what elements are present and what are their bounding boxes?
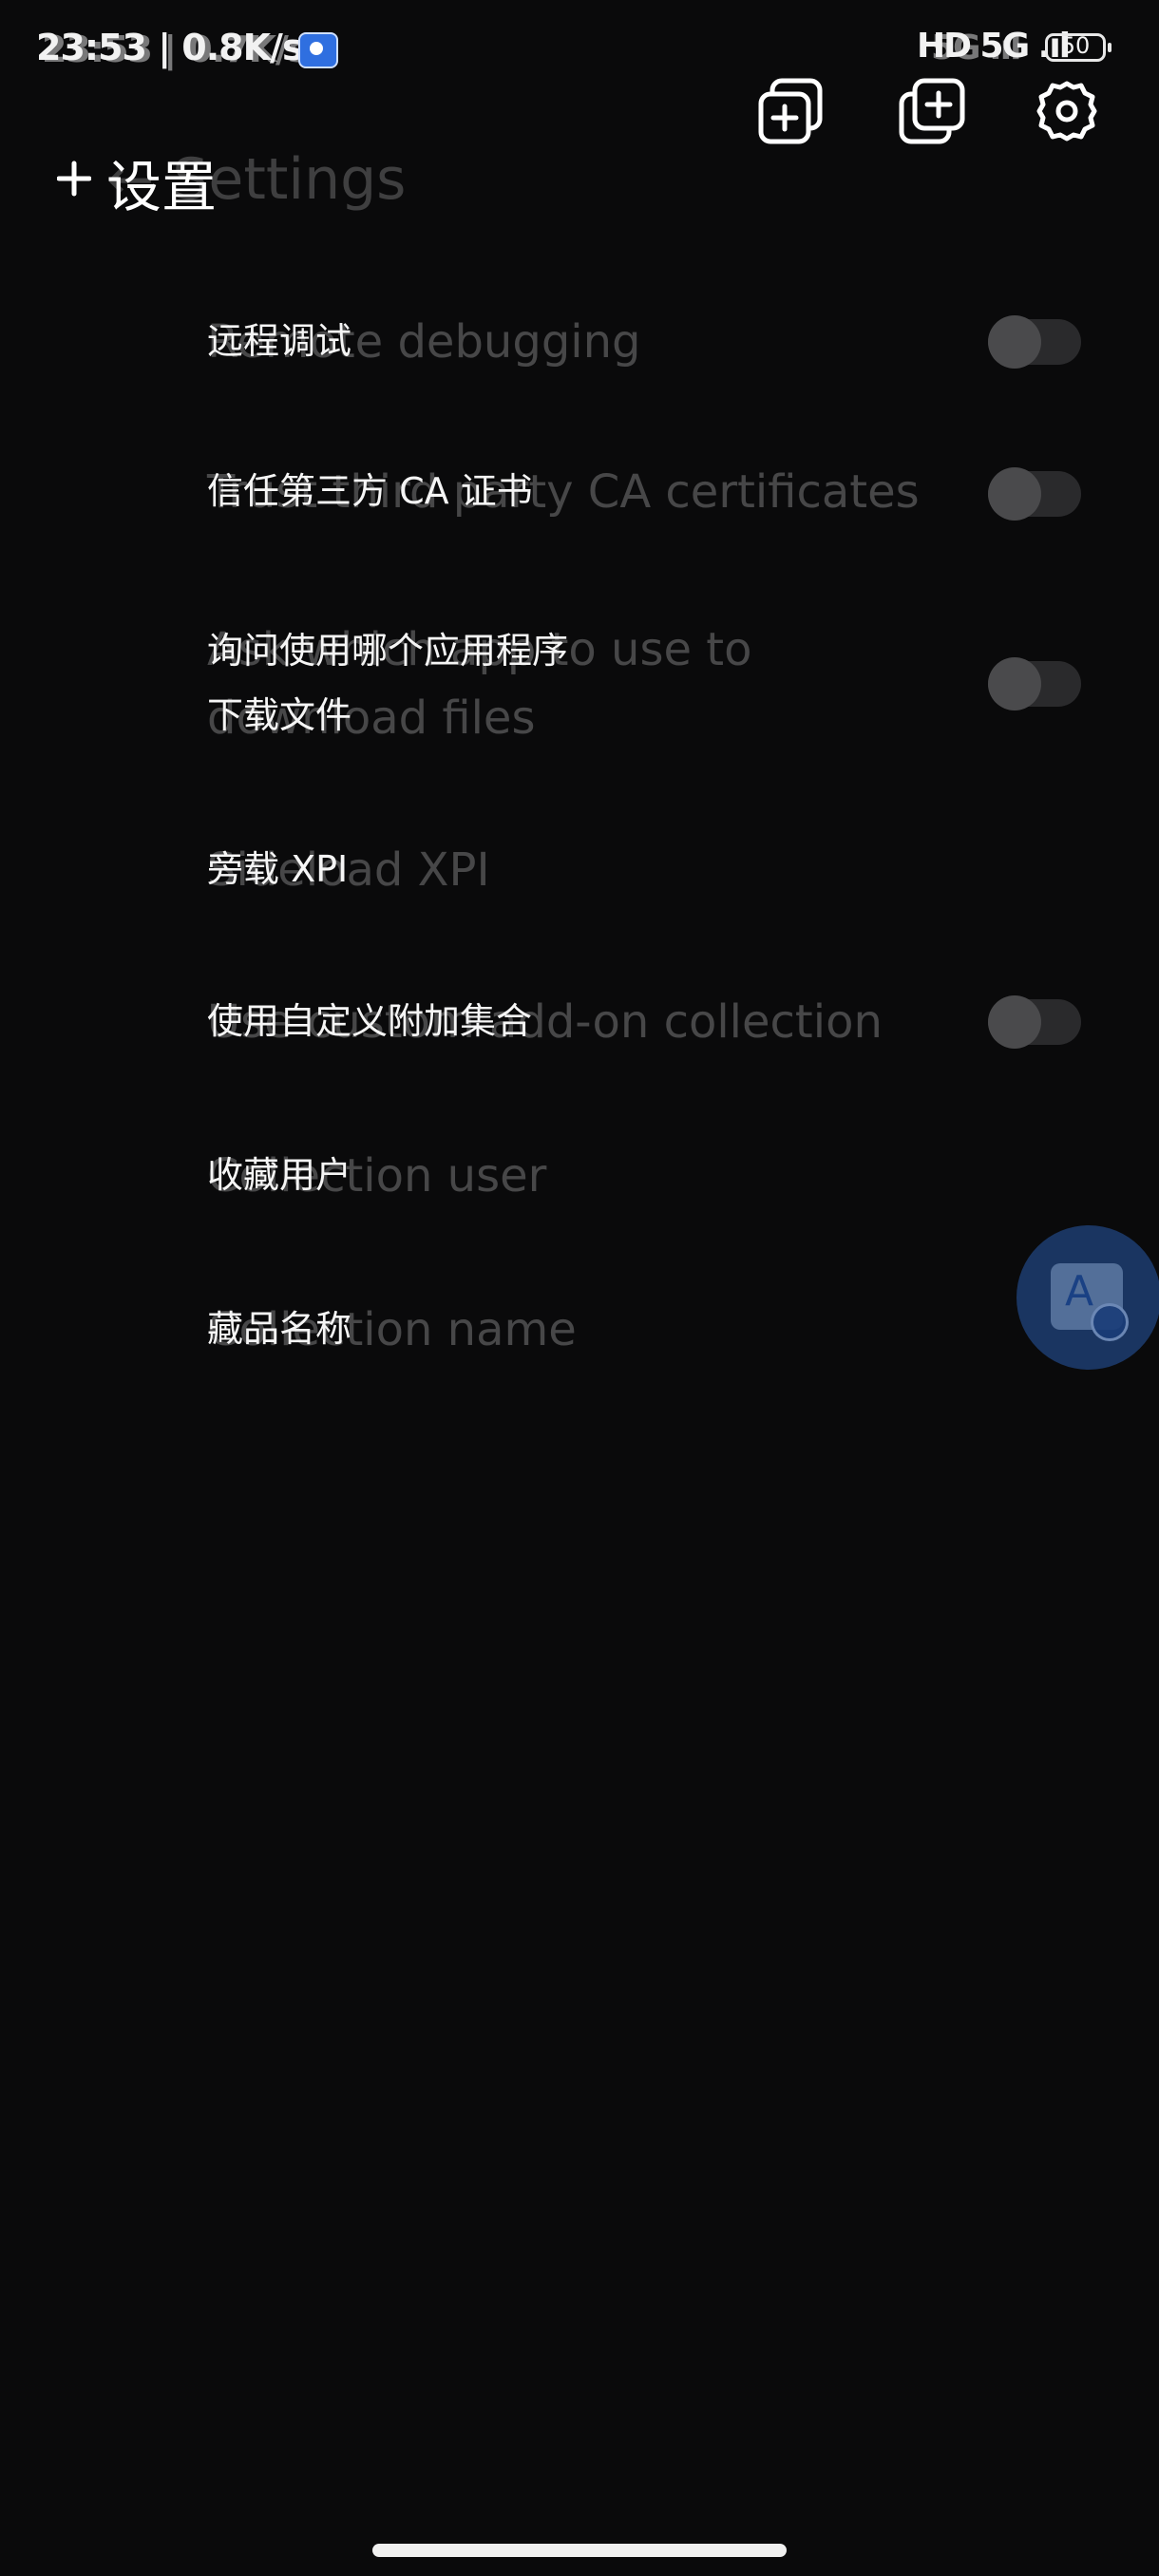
setting-collection-user[interactable]: Collection user 收藏用户 [0, 1142, 1159, 1218]
setting-label: 旁载 XPI [207, 848, 349, 890]
toggle-knob [988, 315, 1041, 369]
status-time: 23:53 | 0.8K/s [36, 27, 304, 68]
remote-debugging-toggle[interactable] [988, 315, 1081, 369]
trust-ca-toggle[interactable] [988, 467, 1081, 521]
translate-icon[interactable]: A [1016, 1225, 1159, 1370]
setting-label: 远程调试 [207, 320, 352, 362]
setting-custom-addon-collection[interactable]: Use custom add-on collection 使用自定义附加集合 [0, 988, 1159, 1064]
setting-sideload-xpi[interactable]: Sideload XPI 旁载 XPI [0, 836, 1159, 912]
setting-label: 收藏用户 [207, 1154, 352, 1196]
setting-label: 信任第三方 CA 证书 [207, 470, 533, 512]
setting-trust-ca[interactable]: Trust third party CA certificates 信任第三方 … [0, 458, 1159, 534]
setting-collection-name[interactable]: Collection name 藏品名称 [0, 1296, 1159, 1372]
setting-label-line2: 下载文件 [207, 694, 352, 736]
custom-addon-collection-toggle[interactable] [988, 995, 1081, 1049]
toggle-knob [988, 995, 1041, 1049]
page-title: 设置 [106, 155, 218, 219]
setting-ask-download-app[interactable]: Ask which app to use to download files 询… [0, 616, 1159, 758]
header: ← Settings 设置 [0, 133, 1159, 228]
toggle-knob [988, 657, 1041, 710]
setting-label-line1: 询问使用哪个应用程序 [207, 630, 569, 672]
setting-label: 使用自定义附加集合 [207, 1000, 533, 1042]
setting-label: 藏品名称 [207, 1308, 352, 1350]
status-bar: 23:53 | 0.7K/s 23:53 | 0.8K/s 5G .ıl HD … [0, 0, 1159, 95]
battery-icon: 50 [1045, 32, 1112, 62]
setting-remote-debugging[interactable]: Remote debugging 远程调试 [0, 304, 1159, 380]
notification-app-icon [298, 32, 338, 68]
swap-icon [1091, 1303, 1129, 1341]
back-arrow-icon[interactable] [53, 141, 95, 217]
battery-level: 50 [1060, 32, 1091, 59]
settings-screen: 23:53 | 0.7K/s 23:53 | 0.8K/s 5G .ıl HD … [0, 0, 1159, 2576]
home-indicator[interactable] [372, 2544, 787, 2557]
ask-download-app-toggle[interactable] [988, 657, 1081, 710]
toggle-knob [988, 467, 1041, 521]
